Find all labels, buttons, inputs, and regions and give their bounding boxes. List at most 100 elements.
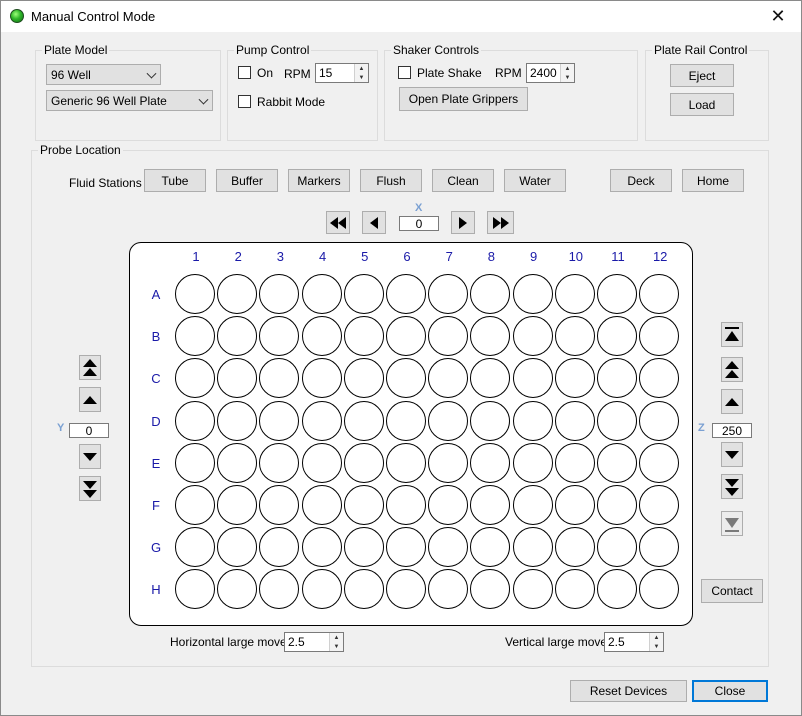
plate-well[interactable]: [217, 274, 258, 314]
z-position-input[interactable]: 250: [712, 423, 752, 438]
plate-well[interactable]: [428, 442, 469, 483]
plate-well[interactable]: [175, 485, 215, 525]
z-fast-up-button[interactable]: [721, 357, 743, 382]
plate-well[interactable]: [554, 316, 595, 357]
plate-shake-checkbox[interactable]: [398, 66, 411, 79]
plate-well[interactable]: [343, 358, 384, 399]
plate-well[interactable]: [639, 274, 680, 314]
z-top-button[interactable]: [721, 322, 743, 347]
plate-well[interactable]: [597, 442, 637, 483]
plate-well[interactable]: [597, 316, 637, 357]
reset-devices-button[interactable]: Reset Devices: [570, 680, 687, 702]
stepper-arrows[interactable]: ▲ ▼: [354, 64, 368, 82]
y-up-button[interactable]: [79, 387, 101, 412]
plate-well[interactable]: [639, 485, 680, 525]
y-fast-down-button[interactable]: [79, 476, 101, 501]
plate-well[interactable]: [554, 485, 595, 525]
plate-well[interactable]: [470, 400, 511, 441]
plate-well[interactable]: [597, 274, 637, 314]
plate-well[interactable]: [386, 316, 426, 357]
deck-button[interactable]: Deck: [610, 169, 672, 192]
home-button[interactable]: Home: [682, 169, 744, 192]
stepper-arrows[interactable]: ▲ ▼: [649, 633, 663, 651]
plate-type-select[interactable]: 96 Well: [46, 64, 161, 85]
plate-well[interactable]: [554, 442, 595, 483]
plate-well[interactable]: [301, 400, 342, 441]
plate-well[interactable]: [554, 569, 595, 610]
plate-well[interactable]: [259, 442, 300, 483]
plate-well[interactable]: [343, 442, 384, 483]
station-tube-button[interactable]: Tube: [144, 169, 206, 192]
station-clean-button[interactable]: Clean: [432, 169, 494, 192]
eject-button[interactable]: Eject: [670, 64, 734, 87]
plate-well[interactable]: [301, 527, 342, 568]
plate-well[interactable]: [428, 274, 469, 314]
pump-on-checkbox[interactable]: [238, 66, 251, 79]
z-fast-down-button[interactable]: [721, 474, 743, 499]
horizontal-move-stepper[interactable]: 2.5 ▲ ▼: [284, 632, 344, 652]
x-fast-right-button[interactable]: [487, 211, 514, 234]
plate-well[interactable]: [386, 400, 426, 441]
station-markers-button[interactable]: Markers: [288, 169, 350, 192]
plate-well[interactable]: [386, 485, 426, 525]
plate-well[interactable]: [217, 442, 258, 483]
plate-well[interactable]: [301, 358, 342, 399]
plate-well[interactable]: [175, 274, 215, 314]
plate-well[interactable]: [597, 527, 637, 568]
x-left-button[interactable]: [362, 211, 386, 234]
station-buffer-button[interactable]: Buffer: [216, 169, 278, 192]
plate-well[interactable]: [512, 569, 553, 610]
plate-well[interactable]: [343, 527, 384, 568]
z-bottom-button[interactable]: [721, 511, 743, 536]
z-down-button[interactable]: [721, 442, 743, 467]
open-plate-grippers-button[interactable]: Open Plate Grippers: [399, 87, 528, 111]
plate-well[interactable]: [386, 274, 426, 314]
plate-well[interactable]: [639, 400, 680, 441]
pump-rpm-stepper[interactable]: 15 ▲ ▼: [315, 63, 369, 83]
plate-well[interactable]: [428, 485, 469, 525]
plate-well[interactable]: [597, 485, 637, 525]
plate-well[interactable]: [512, 442, 553, 483]
close-button[interactable]: Close: [692, 680, 768, 702]
y-fast-up-button[interactable]: [79, 355, 101, 380]
plate-well[interactable]: [470, 442, 511, 483]
x-right-button[interactable]: [451, 211, 475, 234]
rabbit-mode-checkbox[interactable]: [238, 95, 251, 108]
station-flush-button[interactable]: Flush: [360, 169, 422, 192]
plate-well[interactable]: [175, 442, 215, 483]
y-down-button[interactable]: [79, 444, 101, 469]
plate-well[interactable]: [386, 442, 426, 483]
plate-well[interactable]: [259, 400, 300, 441]
plate-well[interactable]: [343, 400, 384, 441]
plate-well[interactable]: [301, 274, 342, 314]
plate-well[interactable]: [175, 527, 215, 568]
plate-well[interactable]: [428, 400, 469, 441]
y-position-input[interactable]: 0: [69, 423, 109, 438]
load-button[interactable]: Load: [670, 93, 734, 116]
plate-well[interactable]: [301, 442, 342, 483]
plate-well[interactable]: [554, 358, 595, 399]
shaker-rpm-stepper[interactable]: 2400 ▲ ▼: [526, 63, 575, 83]
x-fast-left-button[interactable]: [326, 211, 350, 234]
plate-well[interactable]: [512, 274, 553, 314]
station-water-button[interactable]: Water: [504, 169, 566, 192]
plate-well[interactable]: [217, 400, 258, 441]
plate-well[interactable]: [301, 569, 342, 610]
plate-well[interactable]: [386, 527, 426, 568]
plate-well[interactable]: [343, 274, 384, 314]
plate-well[interactable]: [343, 485, 384, 525]
plate-well[interactable]: [512, 358, 553, 399]
plate-well[interactable]: [301, 485, 342, 525]
plate-well[interactable]: [343, 316, 384, 357]
plate-well[interactable]: [554, 527, 595, 568]
vertical-move-stepper[interactable]: 2.5 ▲ ▼: [604, 632, 664, 652]
plate-well[interactable]: [554, 400, 595, 441]
plate-definition-select[interactable]: Generic 96 Well Plate: [46, 90, 213, 111]
plate-well[interactable]: [217, 485, 258, 525]
plate-well[interactable]: [597, 400, 637, 441]
plate-well[interactable]: [175, 400, 215, 441]
plate-well[interactable]: [301, 316, 342, 357]
stepper-arrows[interactable]: ▲ ▼: [329, 633, 343, 651]
stepper-arrows[interactable]: ▲ ▼: [560, 64, 574, 82]
plate-well[interactable]: [554, 274, 595, 314]
